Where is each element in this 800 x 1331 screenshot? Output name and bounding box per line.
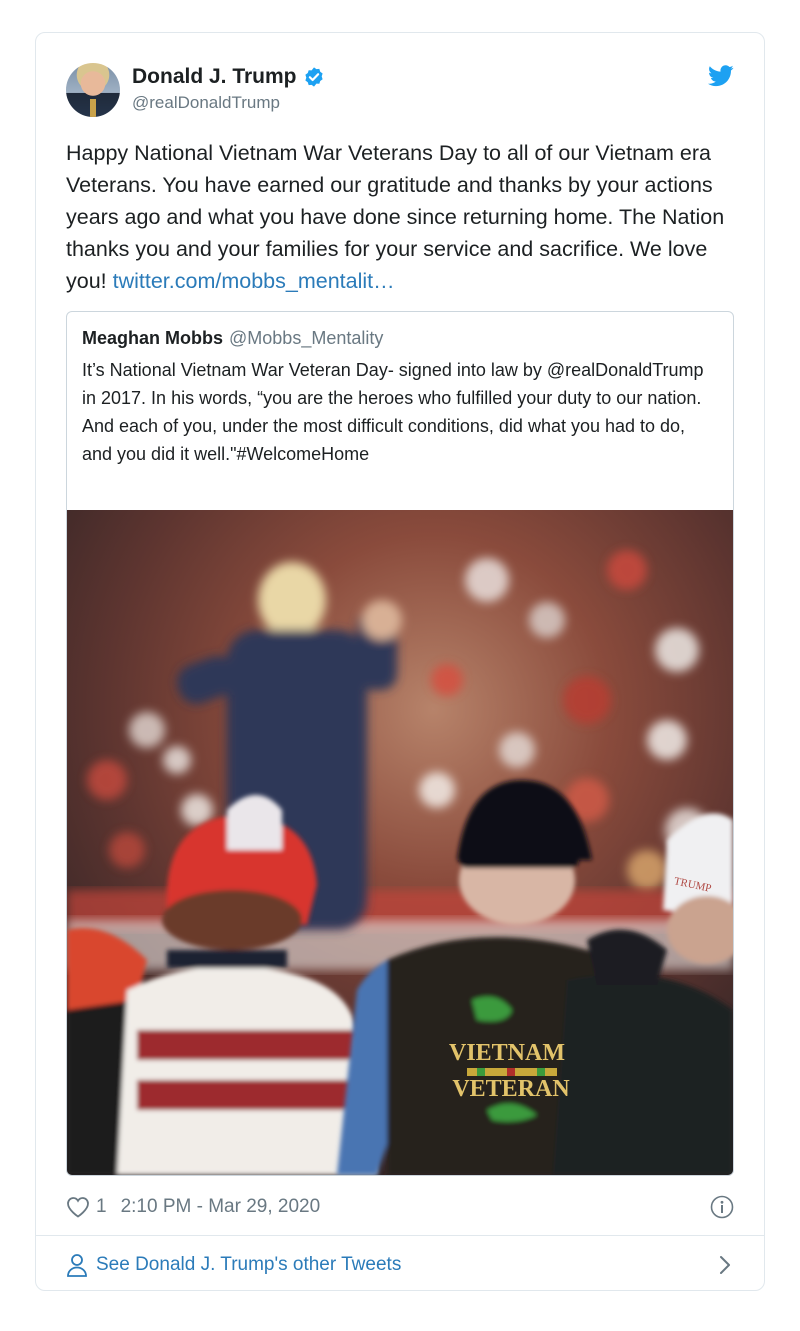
tweet-footer[interactable]: See Donald J. Trump's other Tweets [66,1249,734,1281]
tweet-link[interactable]: twitter.com/mobbs_mentalit… [113,269,395,293]
quoted-tweet[interactable]: Meaghan Mobbs @Mobbs_Mentality It’s Natio… [66,311,734,1176]
quoted-text: It’s National Vietnam War Veteran Day- s… [82,360,704,464]
vest-patch-line1: VIETNAM [449,1040,565,1066]
tweet-text: Happy National Vietnam War Veterans Day … [66,137,738,297]
footer-divider [36,1235,764,1236]
author-avatar[interactable] [66,63,120,117]
quoted-photo[interactable]: VIETNAM VETERAN TRUMP [67,510,733,1175]
tweet-header: Donald J. Trump @realDonaldTrump [66,63,734,119]
verified-badge-icon [304,67,323,87]
person-icon [67,1254,87,1277]
like-count[interactable]: 1 [96,1196,107,1218]
author-name[interactable]: Donald J. Trump [132,65,297,89]
quoted-author-name: Meaghan Mobbs [82,328,224,348]
heart-icon[interactable] [66,1196,90,1218]
see-other-tweets-link[interactable]: See Donald J. Trump's other Tweets [96,1254,401,1276]
quoted-author-handle: @Mobbs_Mentality [229,328,384,348]
timestamp[interactable]: 2:10 PM - Mar 29, 2020 [121,1196,321,1218]
author-block[interactable]: Donald J. Trump @realDonaldTrump [132,65,325,113]
quoted-header: Meaghan Mobbs @Mobbs_Mentality [82,328,383,349]
tweet-card: Donald J. Trump @realDonaldTrump Happy N… [35,32,765,1291]
tweet-meta: 1 2:10 PM - Mar 29, 2020 [66,1193,734,1221]
twitter-bird-icon[interactable] [708,65,734,87]
author-name-row[interactable]: Donald J. Trump [132,65,325,89]
vest-patch-line2: VETERAN [452,1076,570,1102]
author-handle[interactable]: @realDonaldTrump [132,93,325,113]
chevron-right-icon[interactable] [718,1255,732,1275]
info-icon[interactable] [710,1195,734,1219]
